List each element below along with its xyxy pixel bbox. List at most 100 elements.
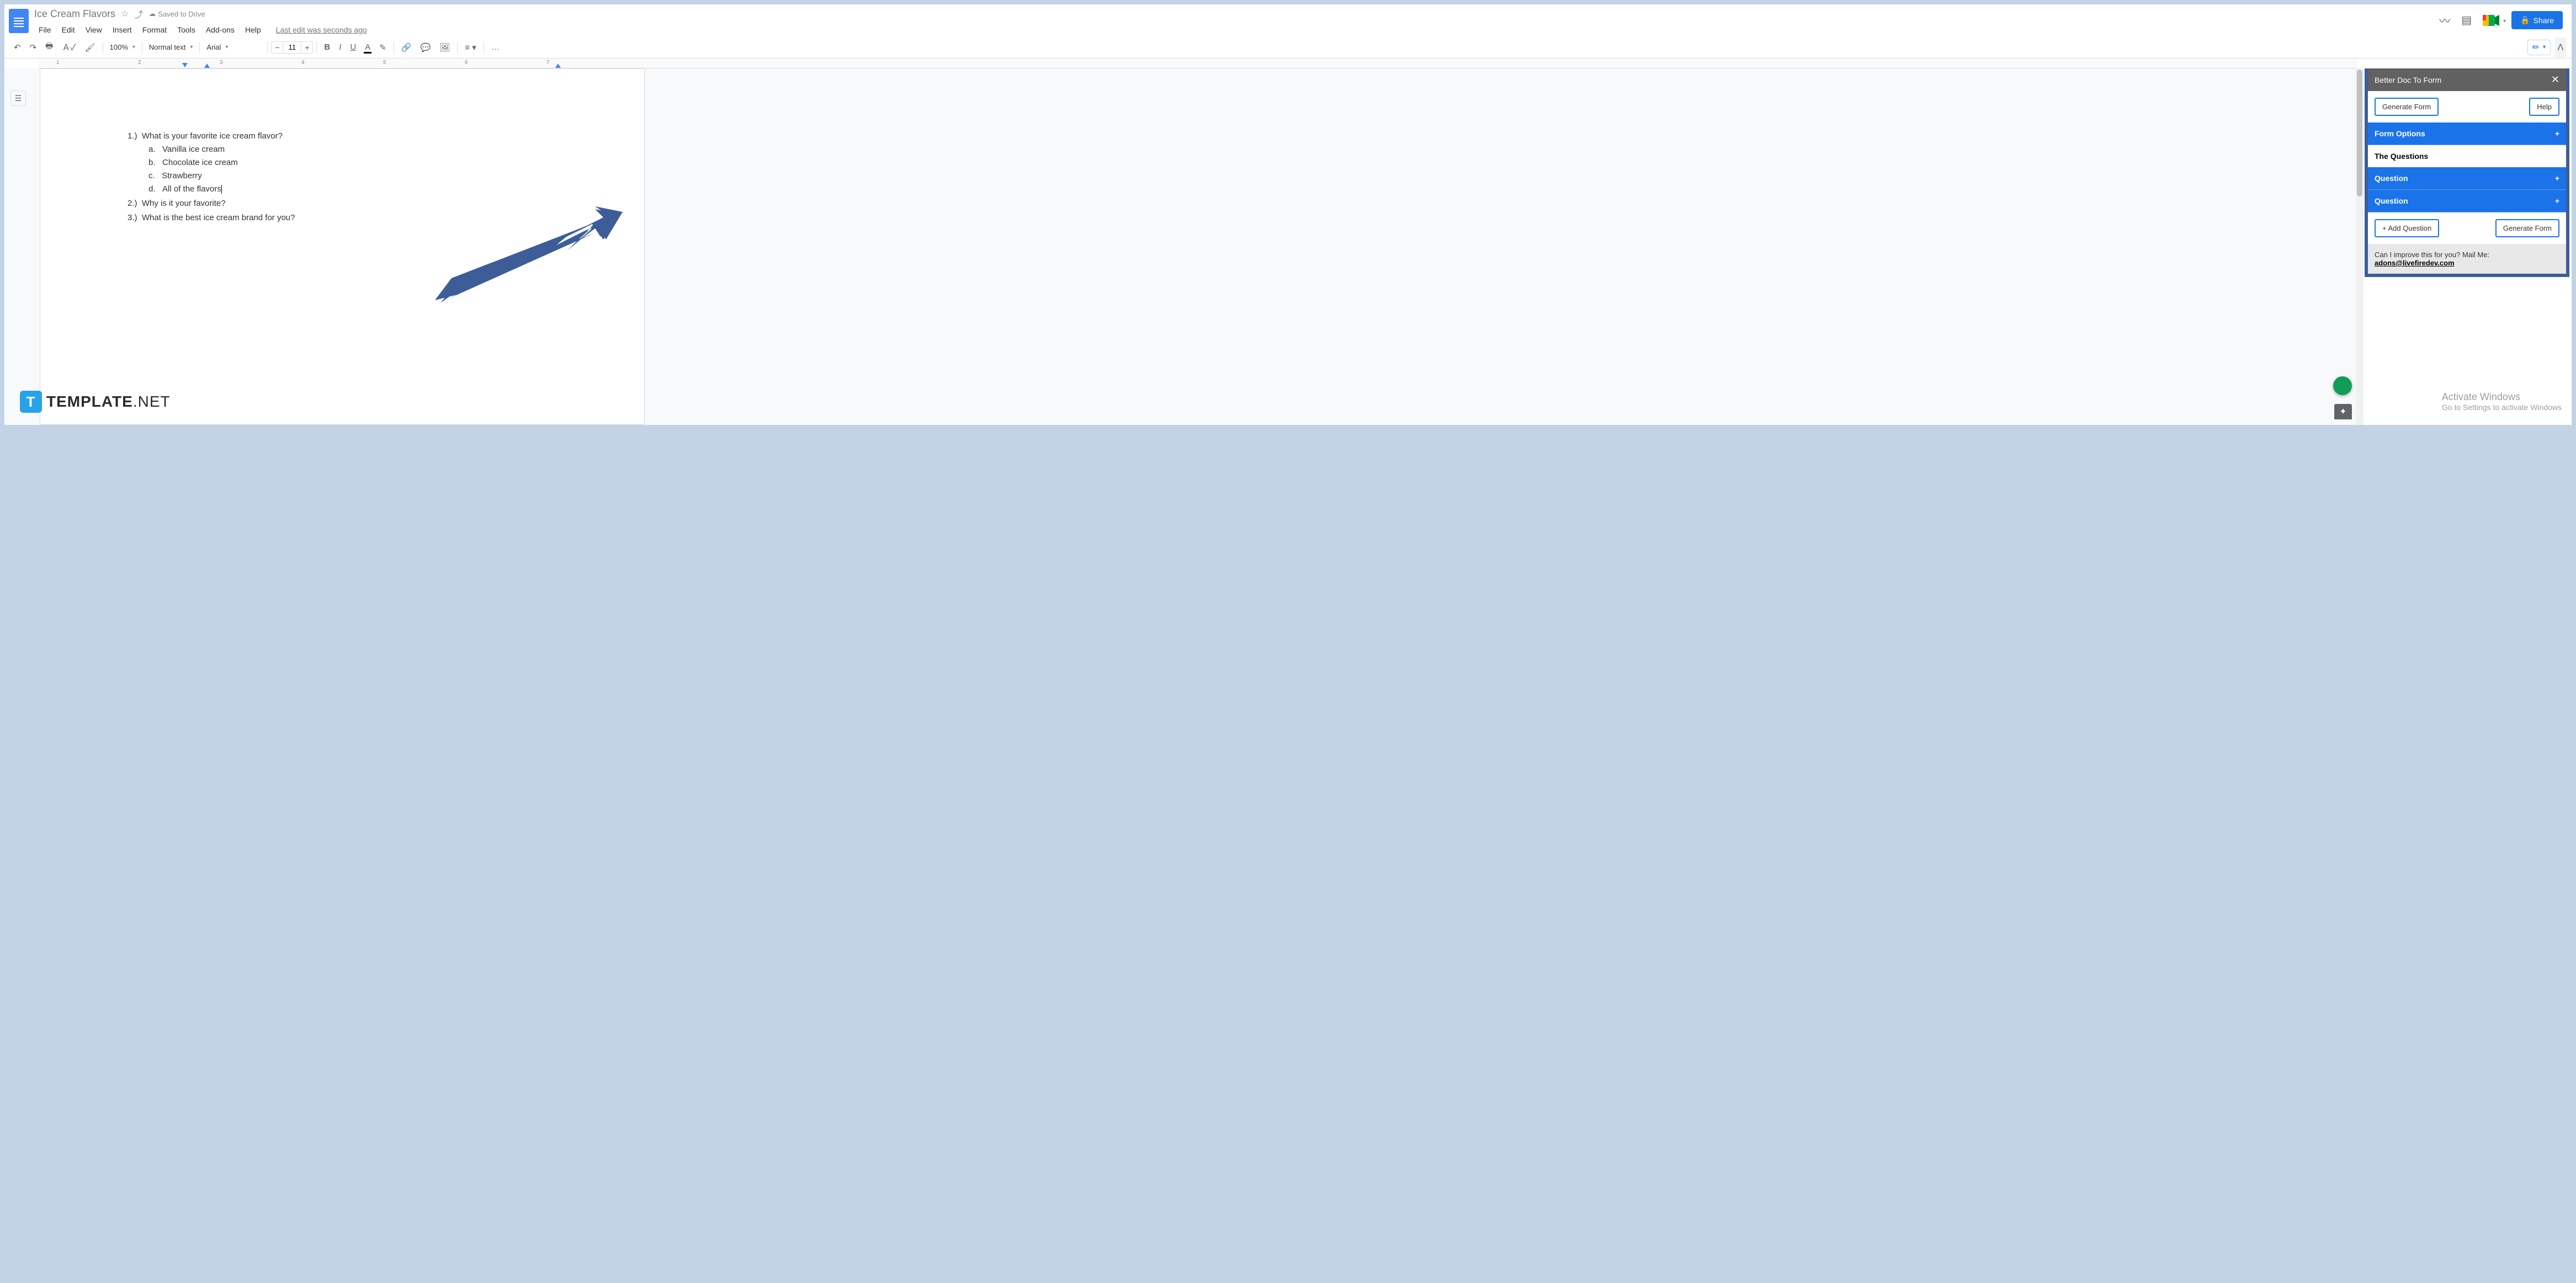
first-line-indent-marker[interactable] xyxy=(204,63,210,68)
opt-text: Strawberry xyxy=(162,171,202,180)
opt-text: Chocolate ice cream xyxy=(162,158,238,167)
ruler-tick: 5 xyxy=(383,60,386,66)
q-number: 1.) xyxy=(128,131,137,141)
zoom-select[interactable]: 100% xyxy=(107,41,139,54)
meet-icon[interactable]: ▾ xyxy=(2483,14,2500,27)
comment-button[interactable]: 💬 xyxy=(417,40,435,55)
spellcheck-button[interactable]: Ａ✓ xyxy=(58,39,79,56)
highlight-button[interactable]: ✎ xyxy=(375,40,390,55)
activate-line1: Activate Windows xyxy=(2442,391,2562,403)
font-select[interactable]: Arial xyxy=(203,41,264,54)
generate-form-button-2[interactable]: Generate Form xyxy=(2495,219,2559,237)
menu-file[interactable]: File xyxy=(34,23,56,36)
activate-line2: Go to Settings to activate Windows xyxy=(2442,403,2562,412)
plus-icon: + xyxy=(2555,196,2559,205)
q-text: What is your favorite ice cream flavor? xyxy=(142,131,283,141)
move-icon[interactable]: ⤴ xyxy=(134,7,143,20)
footer-text: Can I improve this for you? Mail Me: xyxy=(2375,251,2489,259)
footer-email-link[interactable]: adons@livefiredev.com xyxy=(2375,259,2455,267)
section-label: Question xyxy=(2375,196,2408,205)
menu-edit[interactable]: Edit xyxy=(57,23,79,36)
section-label: Form Options xyxy=(2375,129,2425,138)
generate-form-button[interactable]: Generate Form xyxy=(2375,98,2439,116)
hide-menus-button[interactable]: ᐱ xyxy=(2555,38,2566,57)
opt-letter: c. xyxy=(148,171,155,180)
bold-button[interactable]: B xyxy=(320,40,334,55)
share-label: Share xyxy=(2533,16,2554,25)
question-section-2[interactable]: Question + xyxy=(2368,190,2566,212)
q-number: 2.) xyxy=(128,199,137,208)
ruler-tick: 3 xyxy=(220,60,223,66)
star-icon[interactable]: ☆ xyxy=(121,8,129,19)
toolbar: ↶ ↷ 🖶 Ａ✓ 🖌 100% Normal text Arial − + B … xyxy=(4,36,2572,58)
print-button[interactable]: 🖶 xyxy=(41,38,57,57)
opt-letter: b. xyxy=(148,158,156,167)
indent-marker-left[interactable] xyxy=(182,63,188,67)
opt-text: All of the flavors xyxy=(162,184,221,194)
image-button[interactable]: 🖼 xyxy=(435,40,454,55)
explore-button[interactable] xyxy=(2333,376,2352,395)
redo-button[interactable]: ↷ xyxy=(26,40,41,55)
align-button[interactable]: ≡ ▾ xyxy=(461,40,480,55)
addon-sidebar: Better Doc To Form ✕ Generate Form Help … xyxy=(2363,68,2572,425)
last-edit-link[interactable]: Last edit was seconds ago xyxy=(276,25,367,34)
style-select[interactable]: Normal text xyxy=(146,41,196,54)
fontsize-increase[interactable]: + xyxy=(301,41,313,54)
menu-view[interactable]: View xyxy=(81,23,107,36)
fontsize-decrease[interactable]: − xyxy=(271,41,283,54)
docs-logo[interactable] xyxy=(9,9,29,33)
section-label: Question xyxy=(2375,174,2408,183)
sidebar-scrollbar[interactable] xyxy=(2356,68,2363,425)
menu-addons[interactable]: Add-ons xyxy=(201,23,239,36)
opt-letter: a. xyxy=(148,145,156,154)
outline-toggle[interactable]: ☰ xyxy=(10,90,26,106)
link-button[interactable]: 🔗 xyxy=(397,40,416,55)
input-tools-button[interactable]: ✦ xyxy=(2334,404,2352,419)
ruler-tick: 2 xyxy=(138,60,141,66)
menu-help[interactable]: Help xyxy=(241,23,265,36)
watermark-suffix: .NET xyxy=(133,393,171,410)
menu-insert[interactable]: Insert xyxy=(108,23,136,36)
ruler-tick: 6 xyxy=(465,60,468,66)
indent-marker-right[interactable] xyxy=(555,63,561,68)
ruler-tick: 4 xyxy=(301,60,305,66)
ruler[interactable]: 1 2 3 4 5 6 7 xyxy=(39,58,2357,68)
q-text: What is the best ice cream brand for you… xyxy=(142,213,295,222)
italic-button[interactable]: I xyxy=(335,40,345,55)
text-color-button[interactable]: A xyxy=(361,40,374,55)
help-button[interactable]: Help xyxy=(2529,98,2559,116)
cloud-status[interactable]: ☁ Saved to Drive xyxy=(148,9,205,18)
plus-icon: + xyxy=(2555,174,2559,183)
menubar: File Edit View Insert Format Tools Add-o… xyxy=(34,23,2439,36)
q-text: Why is it your favorite? xyxy=(142,199,226,208)
watermark-brand: TEMPLATE xyxy=(46,393,133,410)
comments-icon[interactable]: ▤ xyxy=(2461,13,2472,27)
paint-format-button[interactable]: 🖌 xyxy=(81,40,99,55)
doc-title[interactable]: Ice Cream Flavors xyxy=(34,8,115,20)
ruler-tick: 1 xyxy=(56,60,60,66)
activate-windows-watermark: Activate Windows Go to Settings to activ… xyxy=(2442,391,2562,412)
plus-icon: + xyxy=(2555,129,2559,138)
the-questions-heading: The Questions xyxy=(2368,145,2566,167)
opt-text: Vanilla ice cream xyxy=(162,145,225,154)
ruler-tick: 7 xyxy=(546,60,550,66)
close-icon[interactable]: ✕ xyxy=(2551,74,2559,86)
q-number: 3.) xyxy=(128,213,137,222)
form-options-section[interactable]: Form Options + xyxy=(2368,123,2566,145)
document-page[interactable]: 1.) What is your favorite ice cream flav… xyxy=(40,68,645,425)
menu-format[interactable]: Format xyxy=(138,23,171,36)
template-net-watermark: T TEMPLATE.NET xyxy=(20,391,171,413)
more-button[interactable]: … xyxy=(487,40,503,55)
undo-button[interactable]: ↶ xyxy=(10,40,25,55)
editing-mode[interactable]: ✏ ▾ xyxy=(2527,40,2551,55)
add-question-button[interactable]: + Add Question xyxy=(2375,219,2439,237)
fontsize-input[interactable] xyxy=(283,41,301,54)
question-section-1[interactable]: Question + xyxy=(2368,167,2566,190)
watermark-logo: T xyxy=(20,391,42,413)
opt-letter: d. xyxy=(148,184,156,194)
cloud-status-text: Saved to Drive xyxy=(158,10,205,18)
underline-button[interactable]: U xyxy=(346,40,360,55)
activity-icon[interactable]: 〰 xyxy=(2439,12,2450,28)
share-button[interactable]: 🔒 Share xyxy=(2511,11,2563,29)
menu-tools[interactable]: Tools xyxy=(173,23,200,36)
